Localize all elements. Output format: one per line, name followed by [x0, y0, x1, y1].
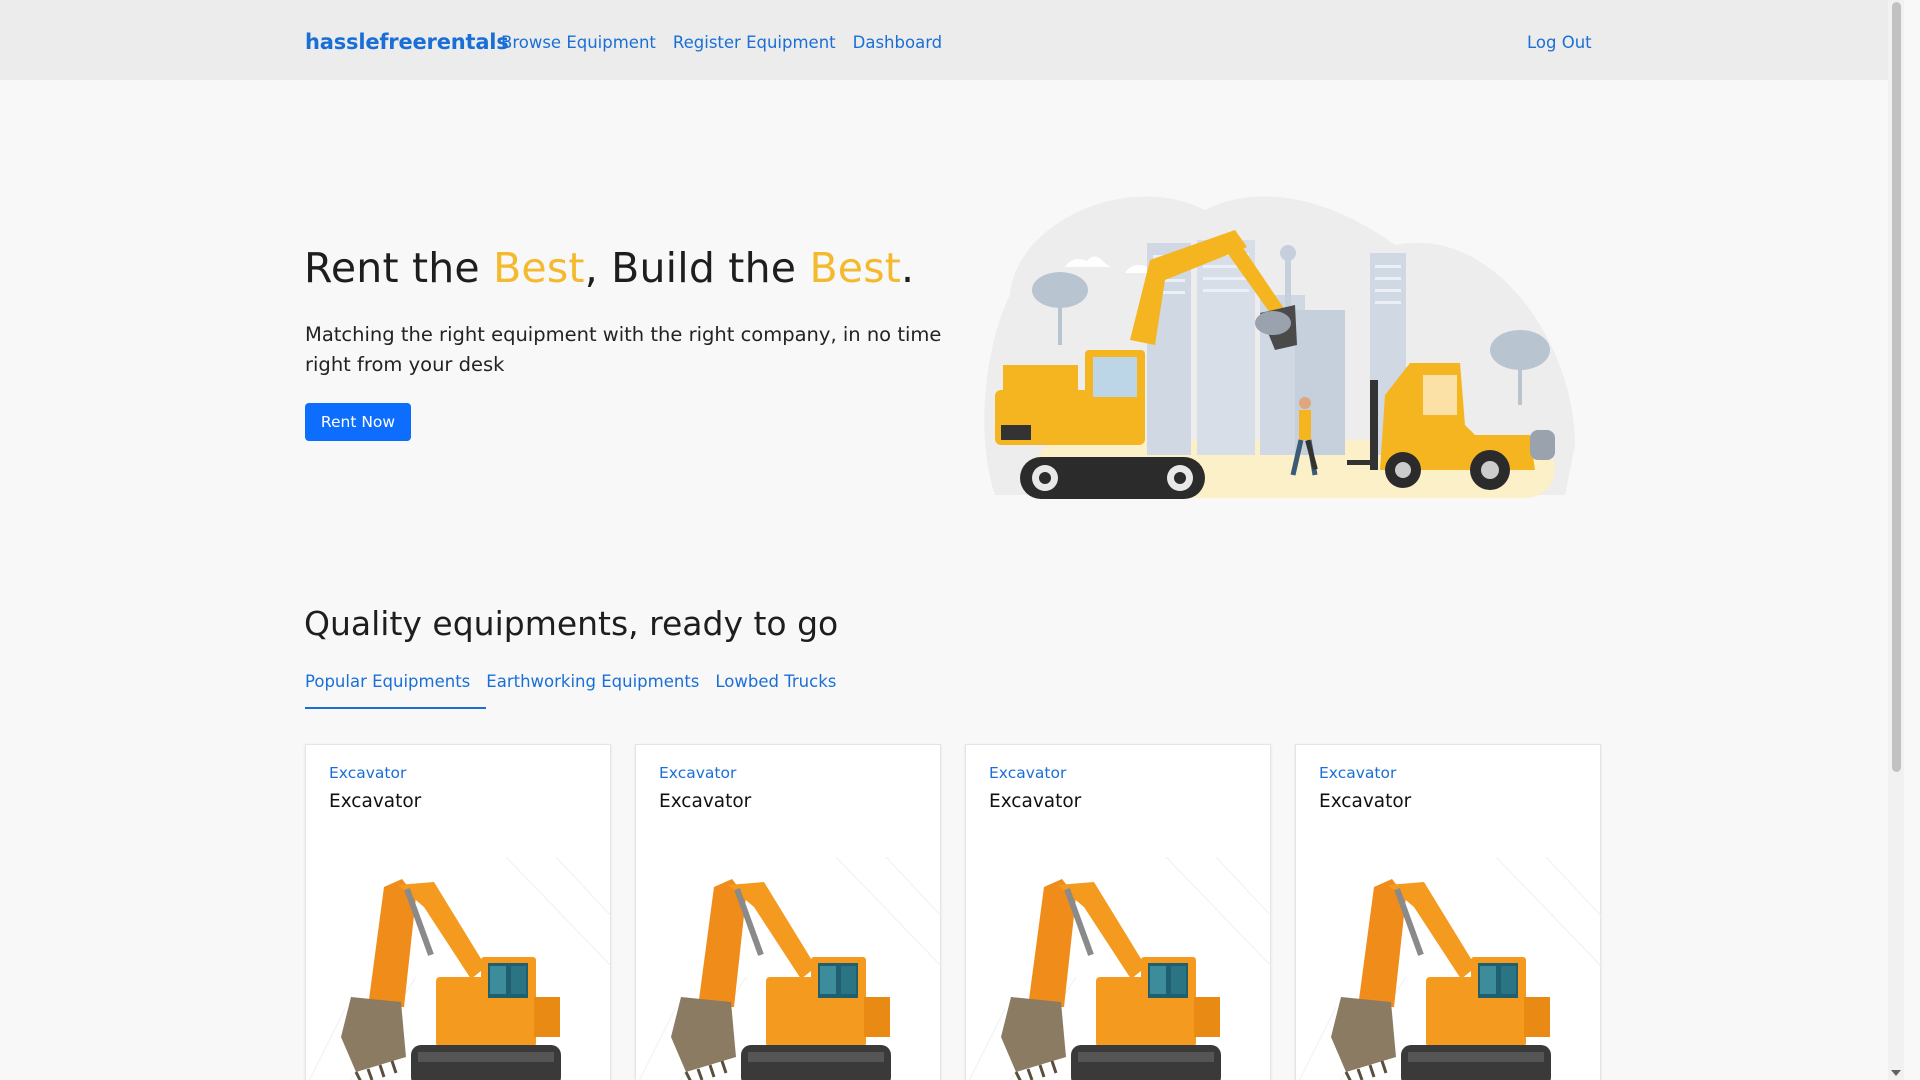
hero-title: Rent the Best, Build the Best.	[304, 244, 914, 292]
excavator-image	[636, 857, 942, 1080]
equipment-cards: Excavator Excavator Excavator Excavator …	[305, 744, 1602, 1080]
nav-dashboard[interactable]: Dashboard	[853, 33, 943, 52]
construction-illustration	[984, 196, 1575, 499]
hero-title-part: , Build the	[584, 244, 810, 292]
equipment-card[interactable]: Excavator Excavator	[635, 744, 942, 1080]
excavator-image	[966, 857, 1272, 1080]
hero-title-accent: Best	[809, 244, 902, 292]
hero-subtitle: Matching the right equipment with the ri…	[305, 323, 942, 376]
card-title: Excavator	[989, 791, 1082, 812]
card-category[interactable]: Excavator	[1319, 764, 1396, 782]
tab-lowbed-trucks[interactable]: Lowbed Trucks	[715, 672, 852, 709]
excavator-image	[1296, 857, 1602, 1080]
section-title: Quality equipments, ready to go	[304, 604, 839, 643]
card-title: Excavator	[659, 791, 752, 812]
tab-popular-equipments[interactable]: Popular Equipments	[305, 672, 487, 709]
scrollbar-thumb[interactable]	[1892, 2, 1901, 772]
card-title: Excavator	[329, 791, 422, 812]
page: hasslefreerentals Browse Equipment Regis…	[0, 0, 1904, 1080]
brand-logo[interactable]: hasslefreerentals	[305, 30, 509, 54]
hero-title-accent: Best	[493, 244, 585, 292]
equipment-card[interactable]: Excavator Excavator	[965, 744, 1272, 1080]
rent-now-button[interactable]: Rent Now	[305, 403, 411, 441]
hero-title-part: .	[901, 244, 915, 292]
equipment-card[interactable]: Excavator Excavator	[1295, 744, 1602, 1080]
nav-browse-equipment[interactable]: Browse Equipment	[501, 33, 656, 52]
nav-register-equipment[interactable]: Register Equipment	[673, 33, 836, 52]
card-category[interactable]: Excavator	[659, 764, 736, 782]
scroll-down-arrow-icon[interactable]	[1891, 1070, 1901, 1076]
equipment-tabs: Popular Equipments Earthworking Equipmen…	[305, 672, 852, 709]
card-category[interactable]: Excavator	[989, 764, 1066, 782]
vertical-scrollbar[interactable]	[1888, 0, 1904, 1080]
equipment-card[interactable]: Excavator Excavator	[305, 744, 612, 1080]
card-title: Excavator	[1319, 791, 1412, 812]
nav-links: Browse Equipment Register Equipment Dash…	[501, 33, 942, 52]
tab-earthworking-equipments[interactable]: Earthworking Equipments	[486, 672, 715, 709]
card-category[interactable]: Excavator	[329, 764, 406, 782]
hero-title-part: Rent the	[304, 244, 494, 292]
navbar: hasslefreerentals Browse Equipment Regis…	[0, 0, 1904, 80]
logout-link[interactable]: Log Out	[1527, 33, 1592, 52]
excavator-image	[306, 857, 612, 1080]
